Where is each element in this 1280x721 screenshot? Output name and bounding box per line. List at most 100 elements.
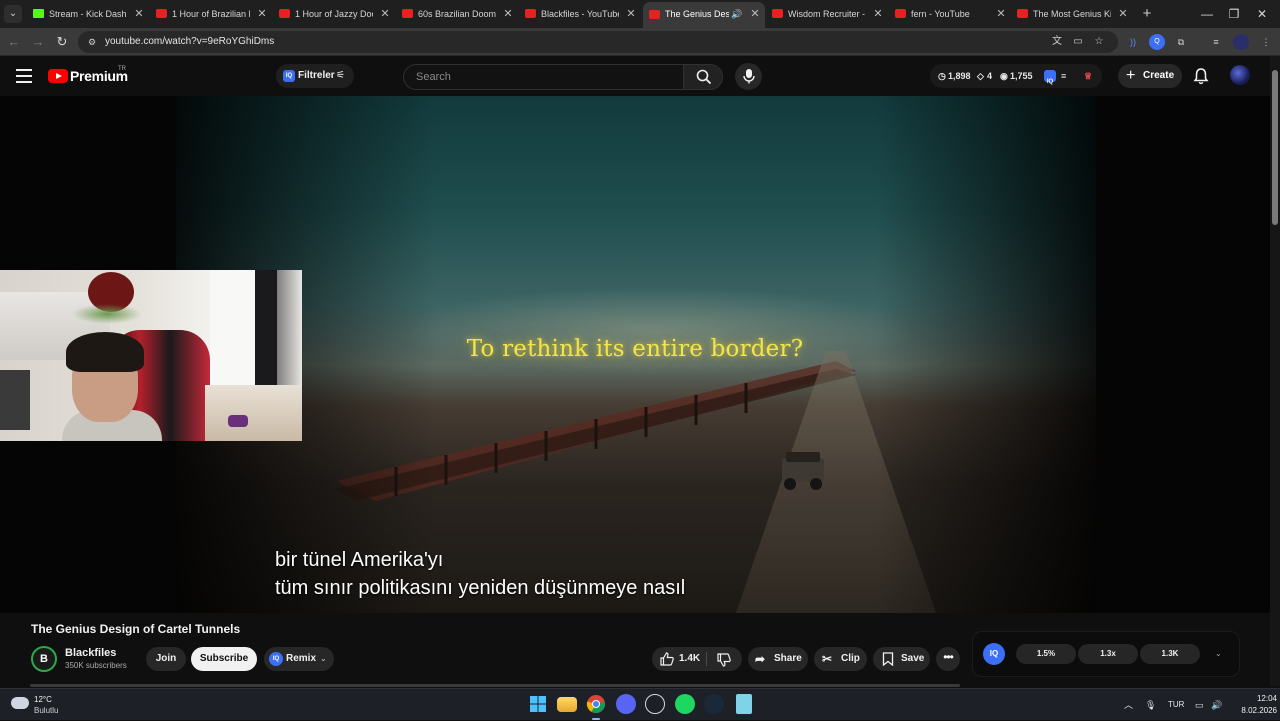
bookmark-star-icon[interactable]: ☆ xyxy=(1092,35,1106,49)
iq-badge-icon: IQ xyxy=(269,652,283,666)
search-input[interactable] xyxy=(404,65,683,89)
notepad-icon[interactable] xyxy=(736,694,752,714)
menu-icon[interactable] xyxy=(16,69,32,83)
extension-stat[interactable]: 1.3x xyxy=(1078,644,1138,664)
extensions-puzzle-icon[interactable]: ⧉ xyxy=(1173,34,1189,50)
language-indicator[interactable]: TUR xyxy=(1168,689,1184,721)
restore-button[interactable]: ❐ xyxy=(1224,4,1244,24)
save-button[interactable]: Save xyxy=(873,647,930,671)
steam-icon[interactable] xyxy=(704,694,724,714)
close-tab-icon[interactable]: ✕ xyxy=(995,4,1007,24)
webcam-bed xyxy=(205,385,302,441)
thumbs-up-icon[interactable] xyxy=(659,651,675,667)
eye-icon: ◇ xyxy=(977,71,984,81)
account-avatar[interactable] xyxy=(1230,65,1250,85)
share-button[interactable]: ➦ Share xyxy=(748,647,808,671)
clip-button[interactable]: ✂ Clip xyxy=(814,647,867,671)
close-tab-icon[interactable]: ✕ xyxy=(502,4,514,24)
clock-date[interactable]: 8.02.2026 xyxy=(1227,706,1277,715)
minimize-button[interactable]: — xyxy=(1197,4,1217,24)
network-icon[interactable]: ▭ xyxy=(1195,689,1204,721)
start-button[interactable] xyxy=(528,694,548,714)
search-button[interactable] xyxy=(683,64,723,90)
forward-button[interactable]: → xyxy=(29,32,47,52)
thumbs-down-icon[interactable] xyxy=(716,652,732,668)
media-controls-icon[interactable]: ≡ xyxy=(1208,34,1224,50)
scissors-icon: ✂ xyxy=(822,652,833,666)
browser-tab[interactable]: Wisdom Recruiter - Y ✕ xyxy=(766,4,888,24)
spotify-icon[interactable] xyxy=(675,694,695,714)
iq-extension-icon[interactable]: Q xyxy=(1149,34,1165,50)
filter-button[interactable]: IQ Filtreler ⚟ xyxy=(276,64,354,88)
tab-title: 1 Hour of Brazilian Bl xyxy=(172,9,250,19)
tab-title: Wisdom Recruiter - Y xyxy=(788,9,866,19)
extension-wave-icon[interactable]: )) xyxy=(1125,34,1141,50)
address-bar[interactable]: ⚙ youtube.com/watch?v=9eRoYGhiDms 文 ▭ ☆ xyxy=(78,31,1118,53)
channel-avatar[interactable]: B xyxy=(31,646,57,672)
close-tab-icon[interactable]: ✕ xyxy=(256,4,268,24)
obs-icon[interactable] xyxy=(645,694,665,714)
tab-title: 1 Hour of Jazzy Doom xyxy=(295,9,373,19)
url-text[interactable]: youtube.com/watch?v=9eRoYGhiDms xyxy=(105,31,274,53)
browser-tab[interactable]: Stream - Kick Dashbo ✕ xyxy=(27,4,149,24)
weather-temperature[interactable]: 12°C xyxy=(34,695,52,704)
reload-button[interactable]: ↻ xyxy=(53,32,71,52)
browser-tab[interactable]: 1 Hour of Jazzy Doom ✕ xyxy=(273,4,395,24)
youtube-icon xyxy=(156,9,167,18)
horizontal-scrollbar[interactable] xyxy=(30,684,960,687)
tab-search-button[interactable]: ⌄ xyxy=(4,5,22,23)
subscribe-button[interactable]: Subscribe xyxy=(191,647,257,671)
close-window-button[interactable]: ✕ xyxy=(1252,4,1272,24)
site-info-icon[interactable]: ⚙ xyxy=(86,36,98,48)
channel-name[interactable]: Blackfiles xyxy=(65,647,116,659)
more-actions-button[interactable]: ••• xyxy=(936,647,960,671)
close-tab-icon[interactable]: ✕ xyxy=(872,4,884,24)
close-tab-icon[interactable]: ✕ xyxy=(749,2,761,26)
tab-title: Stream - Kick Dashbo xyxy=(49,9,127,19)
close-tab-icon[interactable]: ✕ xyxy=(1117,4,1129,24)
iq-badge[interactable]: IQ xyxy=(983,643,1005,665)
youtube-logo-icon[interactable] xyxy=(48,69,68,83)
remix-button[interactable]: IQ Remix ⌄ xyxy=(264,647,334,671)
browser-tab[interactable]: The Most Genius Kid ✕ xyxy=(1011,4,1133,24)
cloud-icon[interactable] xyxy=(11,697,29,709)
weather-condition[interactable]: Bulutlu xyxy=(34,706,58,715)
chevron-down-icon[interactable]: ⌄ xyxy=(1215,644,1222,664)
chevron-up-icon[interactable]: ︿ xyxy=(1124,689,1133,721)
bookmark-icon xyxy=(882,652,894,666)
extension-stats-pill[interactable]: ◷ 1,898 ◇ 4 ◉ 1,755 IQ ≡ ♕ xyxy=(930,64,1102,88)
browser-menu-icon[interactable]: ⋮ xyxy=(1258,34,1274,50)
join-button[interactable]: Join xyxy=(146,647,186,671)
browser-tab-active[interactable]: The Genius Desig 🔊 ✕ xyxy=(643,2,765,28)
cast-icon[interactable]: ▭ xyxy=(1071,35,1085,49)
browser-tab[interactable]: Blackfiles - YouTube ✕ xyxy=(519,4,641,24)
back-button[interactable]: ← xyxy=(5,32,23,52)
video-title: The Genius Design of Cartel Tunnels xyxy=(31,622,241,636)
browser-tab[interactable]: 1 Hour of Brazilian Bl ✕ xyxy=(150,4,272,24)
scrollbar-thumb[interactable] xyxy=(1272,70,1278,225)
extension-stat[interactable]: 1.3K xyxy=(1140,644,1200,664)
close-tab-icon[interactable]: ✕ xyxy=(379,4,391,24)
browser-tab[interactable]: 60s Brazilian Doomer ✕ xyxy=(396,4,518,24)
create-button[interactable]: + Create xyxy=(1118,64,1182,88)
chrome-app-button[interactable] xyxy=(586,694,606,720)
microphone-tray-icon[interactable]: 🎙 xyxy=(1145,689,1156,721)
new-tab-button[interactable]: + xyxy=(1138,4,1156,24)
search-box[interactable] xyxy=(403,64,683,90)
volume-icon[interactable]: 🔊 xyxy=(1211,689,1222,721)
discord-icon[interactable] xyxy=(616,694,636,714)
close-tab-icon[interactable]: ✕ xyxy=(133,4,145,24)
notifications-bell-icon[interactable] xyxy=(1192,67,1210,85)
browser-tab[interactable]: fern - YouTube ✕ xyxy=(889,4,1011,24)
close-tab-icon[interactable]: ✕ xyxy=(625,4,637,24)
file-explorer-icon[interactable] xyxy=(557,697,577,712)
extension-stat[interactable]: 1.5% xyxy=(1016,644,1076,664)
voice-search-button[interactable] xyxy=(735,63,762,90)
profile-avatar-icon[interactable] xyxy=(1233,34,1249,50)
speaker-icon[interactable]: 🔊 xyxy=(731,2,742,26)
webcam-person-hair xyxy=(66,332,144,372)
clock-time[interactable]: 12:04 xyxy=(1237,694,1277,703)
like-count[interactable]: 1.4K xyxy=(679,647,700,671)
windows-logo-icon xyxy=(530,696,546,712)
translate-icon[interactable]: 文 xyxy=(1050,35,1064,49)
